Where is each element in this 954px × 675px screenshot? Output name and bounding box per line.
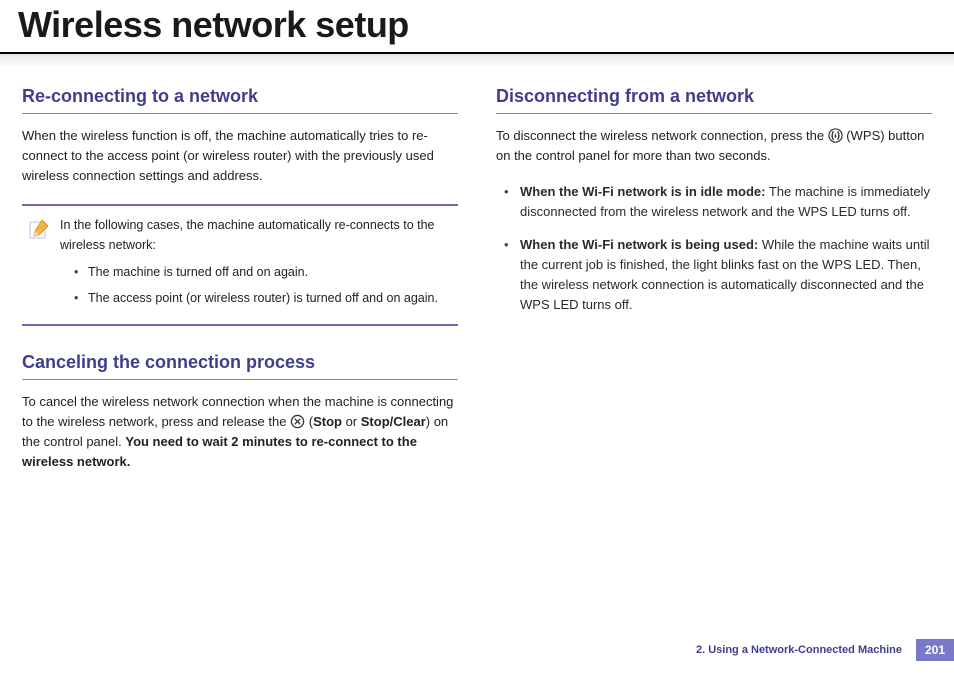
- note-item: The machine is turned off and on again.: [74, 263, 448, 282]
- item-lead: When the Wi-Fi network is in idle mode:: [520, 184, 765, 199]
- pencil-note-icon: [28, 218, 50, 245]
- text-disconnecting: To disconnect the wireless network conne…: [496, 126, 932, 166]
- cancel-or: or: [342, 414, 361, 429]
- right-column: Disconnecting from a network To disconne…: [496, 86, 932, 488]
- title-shadow: [0, 54, 954, 68]
- note-list: The machine is turned off and on again. …: [60, 263, 448, 308]
- stop-button-icon: [290, 414, 305, 429]
- page-footer: 2. Using a Network-Connected Machine 201: [696, 639, 954, 661]
- cancel-stopclear: Stop/Clear: [361, 414, 426, 429]
- content-columns: Re-connecting to a network When the wire…: [0, 68, 954, 488]
- note-content: In the following cases, the machine auto…: [60, 216, 448, 314]
- disc-pre: To disconnect the wireless network conne…: [496, 128, 828, 143]
- list-item: When the Wi-Fi network is in idle mode: …: [500, 182, 932, 222]
- note-item: The access point (or wireless router) is…: [74, 289, 448, 308]
- list-item: When the Wi-Fi network is being used: Wh…: [500, 235, 932, 316]
- heading-disconnecting: Disconnecting from a network: [496, 86, 932, 114]
- left-column: Re-connecting to a network When the wire…: [22, 86, 458, 488]
- heading-reconnecting: Re-connecting to a network: [22, 86, 458, 114]
- text-canceling: To cancel the wireless network connectio…: [22, 392, 458, 473]
- page-title: Wireless network setup: [0, 0, 954, 54]
- heading-canceling: Canceling the connection process: [22, 352, 458, 380]
- wps-icon: [828, 128, 843, 143]
- note-intro: In the following cases, the machine auto…: [60, 216, 448, 255]
- item-lead: When the Wi-Fi network is being used:: [520, 237, 758, 252]
- disconnect-list: When the Wi-Fi network is in idle mode: …: [496, 182, 932, 315]
- note-box: In the following cases, the machine auto…: [22, 204, 458, 326]
- footer-chapter: 2. Using a Network-Connected Machine: [696, 644, 908, 656]
- cancel-stop: Stop: [313, 414, 342, 429]
- footer-page-number: 201: [916, 639, 954, 661]
- text-reconnecting: When the wireless function is off, the m…: [22, 126, 458, 186]
